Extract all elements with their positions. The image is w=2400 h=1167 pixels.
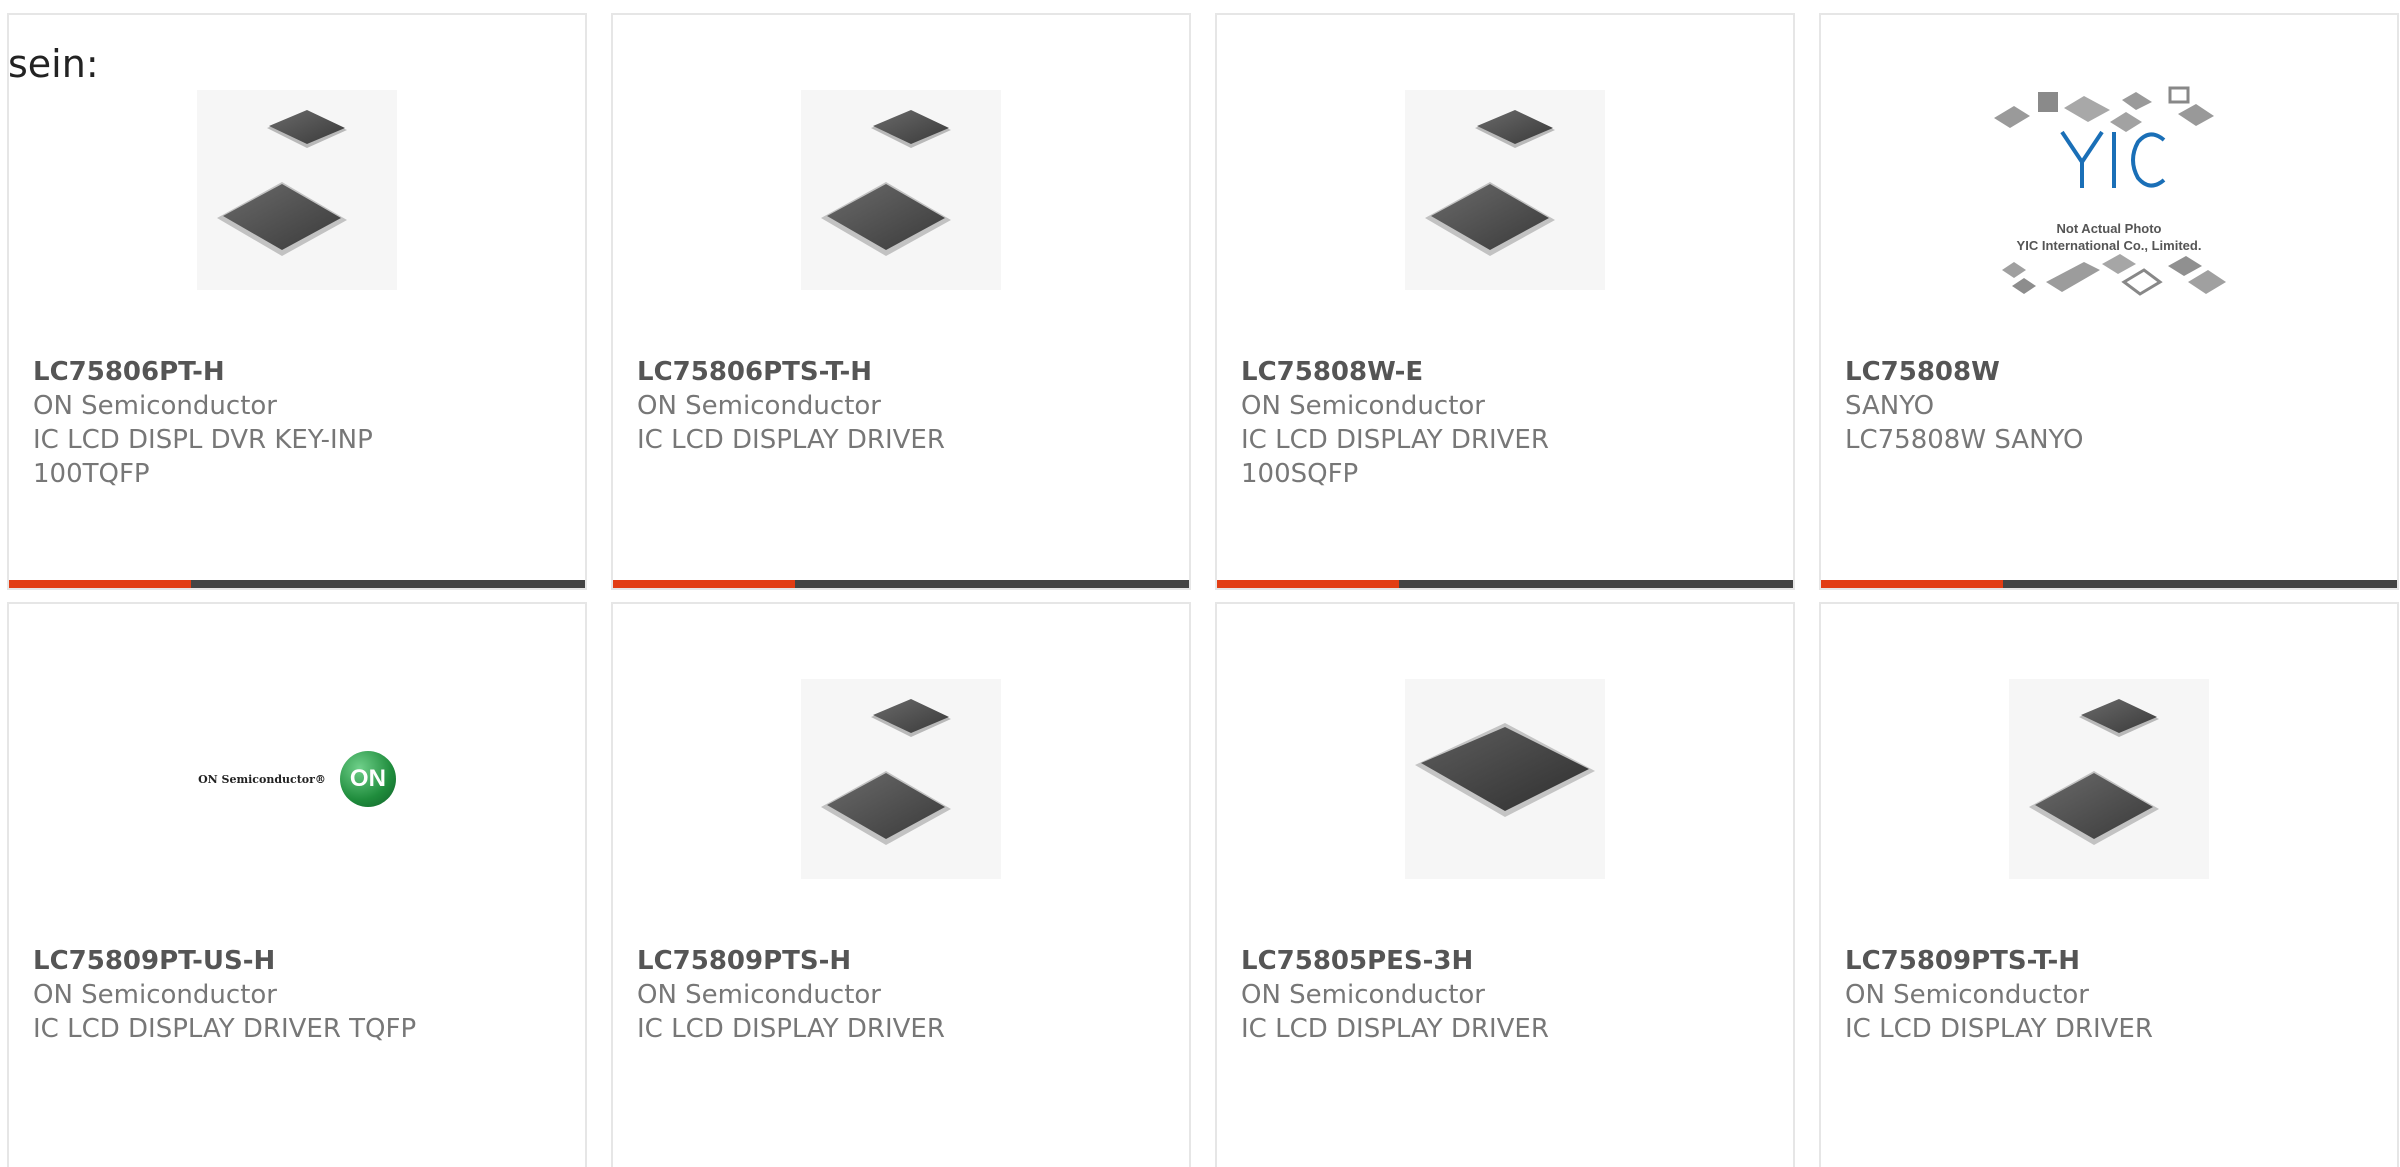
part-number[interactable]: LC75806PT-H bbox=[33, 355, 569, 389]
product-card[interactable]: LC75806PTS-T-H ON Semiconductor IC LCD D… bbox=[611, 13, 1191, 590]
part-number[interactable]: LC75809PT-US-H bbox=[33, 944, 569, 978]
product-image[interactable]: ON Semiconductor® ON bbox=[9, 666, 585, 892]
product-info: LC75808W-E ON Semiconductor IC LCD DISPL… bbox=[1241, 355, 1777, 491]
part-number[interactable]: LC75809PTS-H bbox=[637, 944, 1173, 978]
single-chip-icon bbox=[1405, 679, 1605, 879]
manufacturer: ON Semiconductor bbox=[33, 980, 277, 1010]
yic-label: Not Actual Photo YIC International Co., … bbox=[1974, 220, 2244, 254]
description: IC LCD DISPLAY DRIVER bbox=[1845, 1014, 2153, 1044]
part-number[interactable]: LC75806PTS-T-H bbox=[637, 355, 1173, 389]
part-number[interactable]: LC75805PES-3H bbox=[1241, 944, 1777, 978]
card-accent-bar bbox=[1821, 580, 2397, 588]
part-number[interactable]: LC75808W bbox=[1845, 355, 2381, 389]
manufacturer: ON Semiconductor bbox=[637, 980, 881, 1010]
product-image[interactable] bbox=[1217, 666, 1793, 892]
package: 100SQFP bbox=[1241, 459, 1359, 489]
product-card[interactable]: LC75805PES-3H ON Semiconductor IC LCD DI… bbox=[1215, 602, 1795, 1167]
accent-red-segment bbox=[9, 580, 191, 588]
description: LC75808W SANYO bbox=[1845, 425, 2084, 455]
product-grid: LC75806PT-H ON Semiconductor IC LCD DISP… bbox=[7, 13, 2399, 1167]
product-image[interactable] bbox=[1217, 77, 1793, 303]
description: IC LCD DISPLAY DRIVER bbox=[637, 425, 945, 455]
accent-red-segment bbox=[1821, 580, 2003, 588]
manufacturer: ON Semiconductor bbox=[637, 391, 881, 421]
product-image[interactable] bbox=[613, 77, 1189, 303]
product-info: LC75808W SANYO LC75808W SANYO bbox=[1845, 355, 2381, 457]
accent-red-segment bbox=[613, 580, 795, 588]
description: IC LCD DISPL DVR KEY-INP bbox=[33, 425, 373, 455]
manufacturer: ON Semiconductor bbox=[1241, 980, 1485, 1010]
product-card[interactable]: LC75809PTS-T-H ON Semiconductor IC LCD D… bbox=[1819, 602, 2399, 1167]
card-accent-bar bbox=[613, 580, 1189, 588]
chip-pair-icon bbox=[801, 679, 1001, 879]
manufacturer: ON Semiconductor bbox=[33, 391, 277, 421]
card-accent-bar bbox=[1217, 580, 1793, 588]
yic-text-line2: YIC International Co., Limited. bbox=[2016, 238, 2202, 253]
chip-pair-icon bbox=[197, 90, 397, 290]
product-image[interactable] bbox=[9, 77, 585, 303]
manufacturer: SANYO bbox=[1845, 391, 1935, 421]
part-number[interactable]: LC75808W-E bbox=[1241, 355, 1777, 389]
card-accent-bar bbox=[9, 580, 585, 588]
logo-text: ON Semiconductor® bbox=[198, 772, 326, 786]
description: IC LCD DISPLAY DRIVER TQFP bbox=[33, 1014, 417, 1044]
chip-pair-icon bbox=[801, 90, 1001, 290]
manufacturer: ON Semiconductor bbox=[1845, 980, 2089, 1010]
description: IC LCD DISPLAY DRIVER bbox=[1241, 425, 1549, 455]
product-info: LC75806PTS-T-H ON Semiconductor IC LCD D… bbox=[637, 355, 1173, 457]
product-info: LC75805PES-3H ON Semiconductor IC LCD DI… bbox=[1241, 944, 1777, 1046]
chip-pair-icon bbox=[2009, 679, 2209, 879]
lead-text: sein: bbox=[8, 42, 99, 86]
product-card[interactable]: ON Semiconductor® ON LC75809PT-US-H ON S… bbox=[7, 602, 587, 1167]
manufacturer: ON Semiconductor bbox=[1241, 391, 1485, 421]
product-info: LC75809PT-US-H ON Semiconductor IC LCD D… bbox=[33, 944, 569, 1046]
product-card[interactable]: LC75808W-E ON Semiconductor IC LCD DISPL… bbox=[1215, 13, 1795, 590]
yic-text-line1: Not Actual Photo bbox=[2056, 221, 2162, 236]
package: 100TQFP bbox=[33, 459, 150, 489]
product-image[interactable] bbox=[1821, 666, 2397, 892]
product-card[interactable]: Not Actual Photo YIC International Co., … bbox=[1819, 13, 2399, 590]
accent-red-segment bbox=[1217, 580, 1399, 588]
product-image[interactable]: Not Actual Photo YIC International Co., … bbox=[1821, 77, 2397, 303]
product-info: LC75809PTS-T-H ON Semiconductor IC LCD D… bbox=[1845, 944, 2381, 1046]
product-info: LC75806PT-H ON Semiconductor IC LCD DISP… bbox=[33, 355, 569, 491]
part-number[interactable]: LC75809PTS-T-H bbox=[1845, 944, 2381, 978]
product-info: LC75809PTS-H ON Semiconductor IC LCD DIS… bbox=[637, 944, 1173, 1046]
product-image[interactable] bbox=[613, 666, 1189, 892]
description: IC LCD DISPLAY DRIVER bbox=[637, 1014, 945, 1044]
chip-pair-icon bbox=[1405, 90, 1605, 290]
yic-placeholder-icon: Not Actual Photo YIC International Co., … bbox=[1974, 70, 2244, 310]
on-semiconductor-logo: ON Semiconductor® ON bbox=[198, 751, 396, 807]
on-logo-badge: ON bbox=[339, 751, 396, 807]
product-card[interactable]: LC75806PT-H ON Semiconductor IC LCD DISP… bbox=[7, 13, 587, 590]
description: IC LCD DISPLAY DRIVER bbox=[1241, 1014, 1549, 1044]
page: sein: LC75806PT-H ON Semiconductor IC LC… bbox=[0, 0, 2400, 1167]
product-card[interactable]: LC75809PTS-H ON Semiconductor IC LCD DIS… bbox=[611, 602, 1191, 1167]
